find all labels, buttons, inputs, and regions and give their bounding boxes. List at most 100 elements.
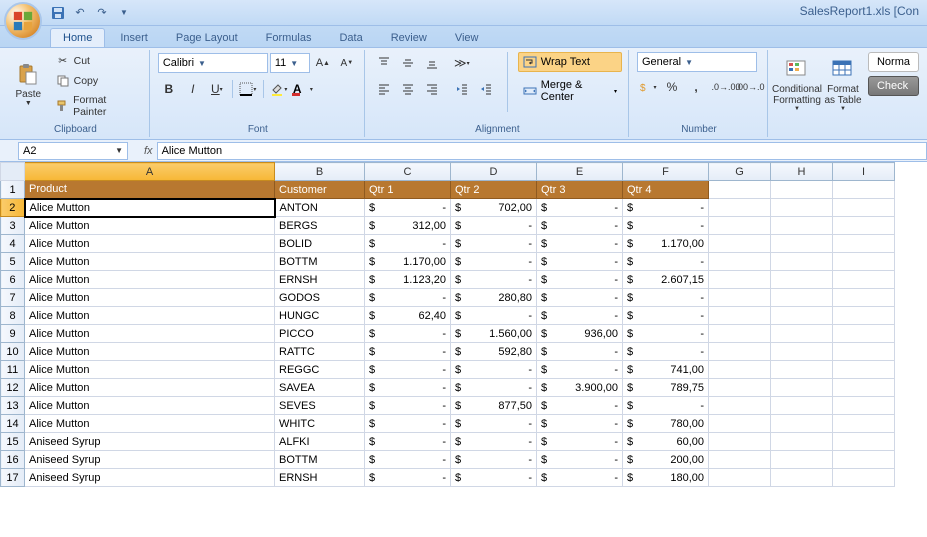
cell-A6[interactable]: Alice Mutton [25,271,275,289]
cell-C1[interactable]: Qtr 1 [365,181,451,199]
cell-F16[interactable]: $200,00 [623,451,709,469]
formula-input[interactable]: Alice Mutton [157,142,927,160]
cell-H7[interactable] [771,289,833,307]
column-header-D[interactable]: D [451,163,537,181]
cell-E10[interactable]: $- [537,343,623,361]
cell-G10[interactable] [709,343,771,361]
copy-button[interactable]: Copy [53,72,143,90]
cell-E4[interactable]: $- [537,235,623,253]
cell-I5[interactable] [833,253,895,271]
cell-B9[interactable]: PICCO [275,325,365,343]
cell-G7[interactable] [709,289,771,307]
cell-D7[interactable]: $280,80 [451,289,537,307]
row-header-1[interactable]: 1 [1,181,25,199]
cell-E7[interactable]: $- [537,289,623,307]
cell-F13[interactable]: $- [623,397,709,415]
cell-A13[interactable]: Alice Mutton [25,397,275,415]
cell-I6[interactable] [833,271,895,289]
cell-C11[interactable]: $- [365,361,451,379]
cell-D1[interactable]: Qtr 2 [451,181,537,199]
cell-C9[interactable]: $- [365,325,451,343]
cell-F2[interactable]: $- [623,199,709,217]
fx-icon[interactable]: fx [144,145,153,157]
cell-E9[interactable]: $936,00 [537,325,623,343]
shrink-font-button[interactable]: A▼ [336,52,358,74]
cell-D17[interactable]: $- [451,469,537,487]
row-header-14[interactable]: 14 [1,415,25,433]
cell-C5[interactable]: $1.170,00 [365,253,451,271]
cell-H4[interactable] [771,235,833,253]
cell-C17[interactable]: $- [365,469,451,487]
cell-D4[interactable]: $- [451,235,537,253]
border-button[interactable]: ▾ [237,78,259,100]
tab-insert[interactable]: Insert [107,28,161,47]
cell-I3[interactable] [833,217,895,235]
tab-view[interactable]: View [442,28,492,47]
cell-G12[interactable] [709,379,771,397]
column-header-I[interactable]: I [833,163,895,181]
cell-E1[interactable]: Qtr 3 [537,181,623,199]
comma-button[interactable]: , [685,76,707,98]
bold-button[interactable]: B [158,78,180,100]
redo-icon[interactable]: ↷ [94,5,110,21]
cell-D12[interactable]: $- [451,379,537,397]
cell-A1[interactable]: Product [25,181,275,199]
row-header-12[interactable]: 12 [1,379,25,397]
cell-A2[interactable]: Alice Mutton [25,199,275,217]
cell-I13[interactable] [833,397,895,415]
align-bottom-button[interactable] [421,52,443,74]
italic-button[interactable]: I [182,78,204,100]
tab-review[interactable]: Review [378,28,440,47]
row-header-10[interactable]: 10 [1,343,25,361]
align-left-button[interactable] [373,78,395,100]
cell-B1[interactable]: Customer [275,181,365,199]
row-header-2[interactable]: 2 [1,199,25,217]
font-color-button[interactable]: A▾ [292,78,314,100]
cell-F6[interactable]: $2.607,15 [623,271,709,289]
cell-F15[interactable]: $60,00 [623,433,709,451]
cell-C7[interactable]: $- [365,289,451,307]
column-header-B[interactable]: B [275,163,365,181]
cell-B6[interactable]: ERNSH [275,271,365,289]
tab-page-layout[interactable]: Page Layout [163,28,251,47]
cell-F9[interactable]: $- [623,325,709,343]
cell-D13[interactable]: $877,50 [451,397,537,415]
cell-F12[interactable]: $789,75 [623,379,709,397]
cell-E8[interactable]: $- [537,307,623,325]
cell-E16[interactable]: $- [537,451,623,469]
decrease-decimal-button[interactable]: .00→.0 [739,76,761,98]
cell-I14[interactable] [833,415,895,433]
wrap-text-button[interactable]: Wrap Text [518,52,622,72]
conditional-formatting-button[interactable]: Conditional Formatting▼ [776,52,818,118]
cell-H14[interactable] [771,415,833,433]
cell-B5[interactable]: BOTTM [275,253,365,271]
cell-E14[interactable]: $- [537,415,623,433]
cell-F7[interactable]: $- [623,289,709,307]
row-header-13[interactable]: 13 [1,397,25,415]
cell-I16[interactable] [833,451,895,469]
cell-G15[interactable] [709,433,771,451]
cell-B2[interactable]: ANTON [275,199,365,217]
cell-H6[interactable] [771,271,833,289]
cell-A17[interactable]: Aniseed Syrup [25,469,275,487]
style-check-button[interactable]: Check [868,76,919,96]
accounting-format-button[interactable]: $▾ [637,76,659,98]
cell-H9[interactable] [771,325,833,343]
cell-G9[interactable] [709,325,771,343]
align-right-button[interactable] [421,78,443,100]
number-format-select[interactable]: General▼ [637,52,757,72]
save-icon[interactable] [50,5,66,21]
cell-B14[interactable]: WHITC [275,415,365,433]
cell-C10[interactable]: $- [365,343,451,361]
cell-C16[interactable]: $- [365,451,451,469]
cell-A5[interactable]: Alice Mutton [25,253,275,271]
cell-I10[interactable] [833,343,895,361]
row-header-8[interactable]: 8 [1,307,25,325]
row-header-6[interactable]: 6 [1,271,25,289]
cell-H16[interactable] [771,451,833,469]
row-header-17[interactable]: 17 [1,469,25,487]
cell-D6[interactable]: $- [451,271,537,289]
cell-A10[interactable]: Alice Mutton [25,343,275,361]
tab-home[interactable]: Home [50,28,105,47]
column-header-F[interactable]: F [623,163,709,181]
